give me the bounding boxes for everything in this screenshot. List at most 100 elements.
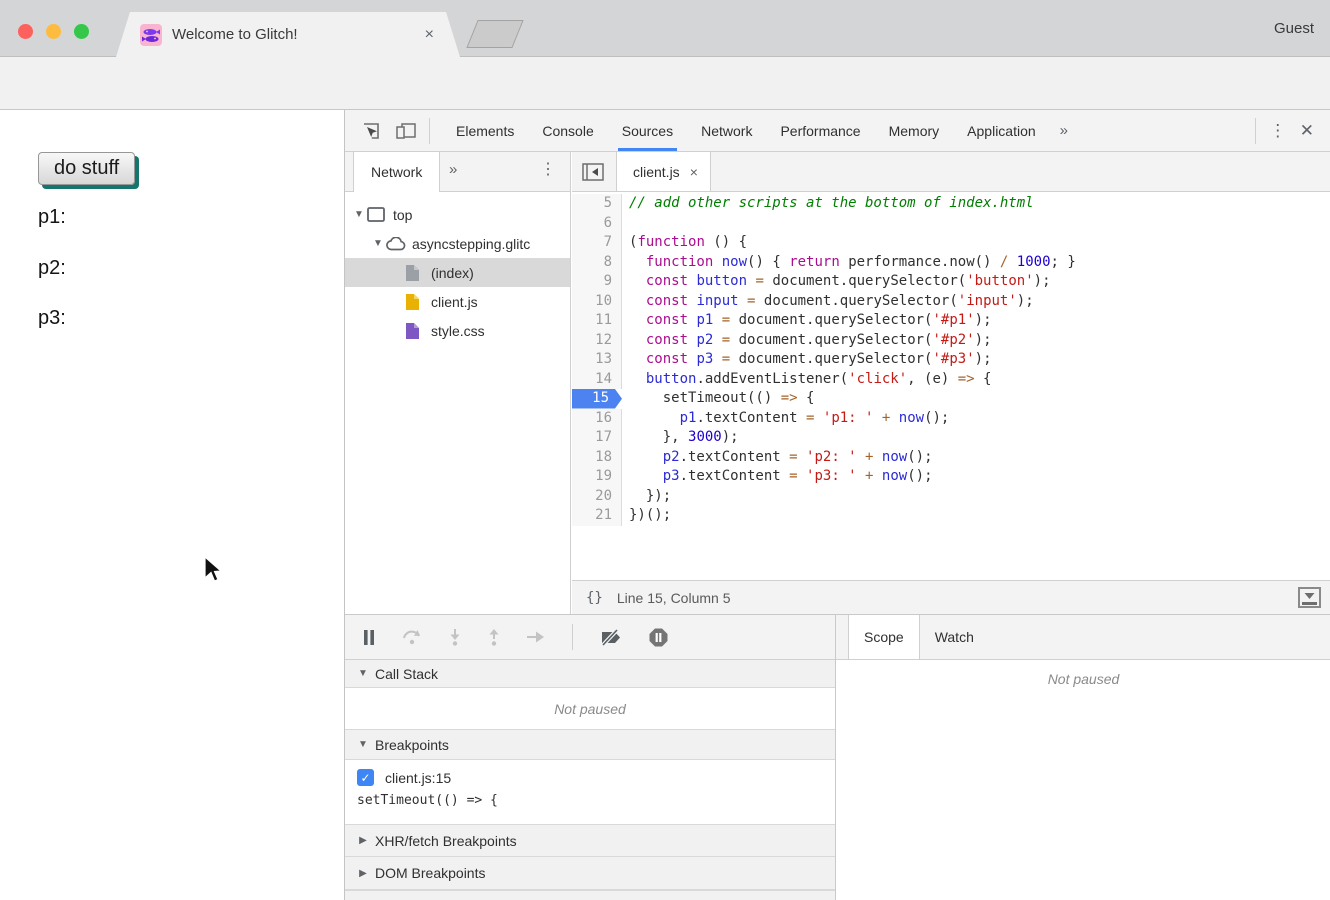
breakpoint-code-snippet: setTimeout(() => { <box>357 793 835 808</box>
code-line-17: 17 }, 3000); <box>572 428 1330 448</box>
debugger-toolbar-separator <box>572 624 573 650</box>
toggle-navigator-icon[interactable] <box>582 163 604 181</box>
tree-item-client-js[interactable]: client.js <box>345 287 570 316</box>
step-over-icon[interactable] <box>402 629 422 645</box>
code-text: const p2 = document.querySelector('#p2')… <box>622 331 992 351</box>
line-number[interactable]: 20 <box>572 487 622 507</box>
line-number[interactable]: 13 <box>572 350 622 370</box>
line-number[interactable]: 17 <box>572 428 622 448</box>
line-number[interactable]: 7 <box>572 233 622 253</box>
code-view: 5// add other scripts at the bottom of i… <box>572 192 1330 580</box>
show-drawer-icon[interactable] <box>1298 587 1321 608</box>
pretty-print-icon[interactable]: {} <box>586 590 603 606</box>
browser-tab[interactable]: Welcome to Glitch! × <box>116 12 460 57</box>
tab-close-icon[interactable]: × <box>425 27 434 43</box>
devtools-tab-bar-tabs: ElementsConsoleSourcesNetworkPerformance… <box>442 110 1050 151</box>
window-close-button[interactable] <box>18 24 33 39</box>
breakpoint-checkbox[interactable]: ✓ <box>357 769 374 786</box>
tree-item-top[interactable]: ▼top <box>345 200 570 229</box>
code-line-8: 8 function now() { return performance.no… <box>572 253 1330 273</box>
window-minimize-button[interactable] <box>46 24 61 39</box>
call-stack-header[interactable]: ▼ Call Stack <box>345 660 835 688</box>
line-number[interactable]: 16 <box>572 409 622 429</box>
global-listeners-header[interactable]: ▶ Global Listeners <box>345 890 835 900</box>
step-icon[interactable] <box>527 631 545 643</box>
tab-watch[interactable]: Watch <box>920 629 989 645</box>
file-icon-gray <box>405 264 427 282</box>
call-stack-message: Not paused <box>345 688 835 730</box>
code-text: const p1 = document.querySelector('#p1')… <box>622 311 992 331</box>
sidebar-tab-bar: Network » ⋮ <box>345 152 570 192</box>
devtools-menu-kebab-icon[interactable]: ⋮ <box>1268 122 1288 140</box>
chevron-down-icon[interactable]: ▼ <box>370 238 386 249</box>
new-tab-button[interactable] <box>466 20 523 48</box>
devtools-close-icon[interactable]: ✕ <box>1300 121 1314 141</box>
line-number[interactable]: 11 <box>572 311 622 331</box>
breakpoints-title: Breakpoints <box>375 737 449 753</box>
pause-on-exceptions-icon[interactable] <box>649 628 668 647</box>
sidebar-kebab-icon[interactable]: ⋮ <box>540 162 556 179</box>
chevron-down-icon[interactable]: ▼ <box>351 209 367 220</box>
tab-memory[interactable]: Memory <box>875 110 954 151</box>
xhr-breakpoints-header[interactable]: ▶ XHR/fetch Breakpoints <box>345 825 835 857</box>
deactivate-breakpoints-icon[interactable] <box>600 629 622 646</box>
tab-performance[interactable]: Performance <box>766 110 874 151</box>
tree-item-asyncstepping-glitc[interactable]: ▼asyncstepping.glitc <box>345 229 570 258</box>
pause-script-icon[interactable] <box>363 630 375 645</box>
inspect-element-icon[interactable] <box>361 121 381 141</box>
glitch-favicon <box>140 24 162 46</box>
window-zoom-button[interactable] <box>74 24 89 39</box>
line-number[interactable]: 14 <box>572 370 622 390</box>
toolbar-separator <box>429 118 430 144</box>
sidebar-tab-network[interactable]: Network <box>353 152 440 192</box>
dom-breakpoints-header[interactable]: ▶ DOM Breakpoints <box>345 857 835 890</box>
debugger-pane: ▼ Call Stack Not paused ▼ Breakpoints ✓ … <box>345 614 1330 900</box>
tree-item--index-[interactable]: (index) <box>345 258 570 287</box>
editor-file-tab[interactable]: client.js × <box>616 152 711 191</box>
line-number[interactable]: 18 <box>572 448 622 468</box>
step-into-icon[interactable] <box>449 629 461 646</box>
debugger-sidebar: ▼ Call Stack Not paused ▼ Breakpoints ✓ … <box>345 615 836 900</box>
line-number[interactable]: 19 <box>572 467 622 487</box>
dom-breakpoints-title: DOM Breakpoints <box>375 865 485 881</box>
editor-file-tab-label: client.js <box>633 164 680 180</box>
breakpoint-entry[interactable]: ✓ client.js:15 setTimeout(() => { <box>345 760 835 825</box>
code-text: p1.textContent = 'p1: ' + now(); <box>622 409 949 429</box>
tab-network[interactable]: Network <box>687 110 766 151</box>
code-line-6: 6 <box>572 214 1330 234</box>
breakpoint-marker[interactable]: 15 <box>572 389 622 409</box>
code-text: p3.textContent = 'p3: ' + now(); <box>622 467 933 487</box>
do-stuff-button[interactable]: do stuff <box>38 152 135 185</box>
code-line-10: 10 const input = document.querySelector(… <box>572 292 1330 312</box>
line-number[interactable]: 10 <box>572 292 622 312</box>
tab-console[interactable]: Console <box>528 110 607 151</box>
tree-item-label: client.js <box>431 294 478 310</box>
tab-sources[interactable]: Sources <box>608 110 687 151</box>
debugger-toolbar <box>345 615 835 660</box>
device-toolbar-icon[interactable] <box>395 121 417 141</box>
line-number[interactable]: 5 <box>572 194 622 214</box>
line-number[interactable]: 8 <box>572 253 622 273</box>
tab-scope[interactable]: Scope <box>848 615 920 659</box>
line-number[interactable]: 9 <box>572 272 622 292</box>
tab-application[interactable]: Application <box>953 110 1050 151</box>
line-number[interactable]: 6 <box>572 214 622 234</box>
scope-watch-pane: Scope Watch Not paused <box>836 615 1330 900</box>
code-text: }, 3000); <box>622 428 739 448</box>
code-line-5: 5// add other scripts at the bottom of i… <box>572 194 1330 214</box>
editor-file-tab-close-icon[interactable]: × <box>690 164 698 180</box>
tree-item-style-css[interactable]: style.css <box>345 316 570 345</box>
step-out-icon[interactable] <box>488 629 500 646</box>
breakpoints-header[interactable]: ▼ Breakpoints <box>345 730 835 760</box>
code-line-12: 12 const p2 = document.querySelector('#p… <box>572 331 1330 351</box>
tab-elements[interactable]: Elements <box>442 110 528 151</box>
code-line-18: 18 p2.textContent = 'p2: ' + now(); <box>572 448 1330 468</box>
code-line-11: 11 const p1 = document.querySelector('#p… <box>572 311 1330 331</box>
profile-label[interactable]: Guest <box>1274 20 1314 37</box>
browser-tab-strip: Welcome to Glitch! × Guest <box>0 0 1330 57</box>
code-line-15: 15 setTimeout(() => { <box>572 389 1330 409</box>
tabs-overflow-icon[interactable]: » <box>1050 122 1078 139</box>
line-number[interactable]: 12 <box>572 331 622 351</box>
line-number[interactable]: 21 <box>572 506 622 526</box>
sidebar-tabs-overflow-icon[interactable]: » <box>449 161 457 178</box>
